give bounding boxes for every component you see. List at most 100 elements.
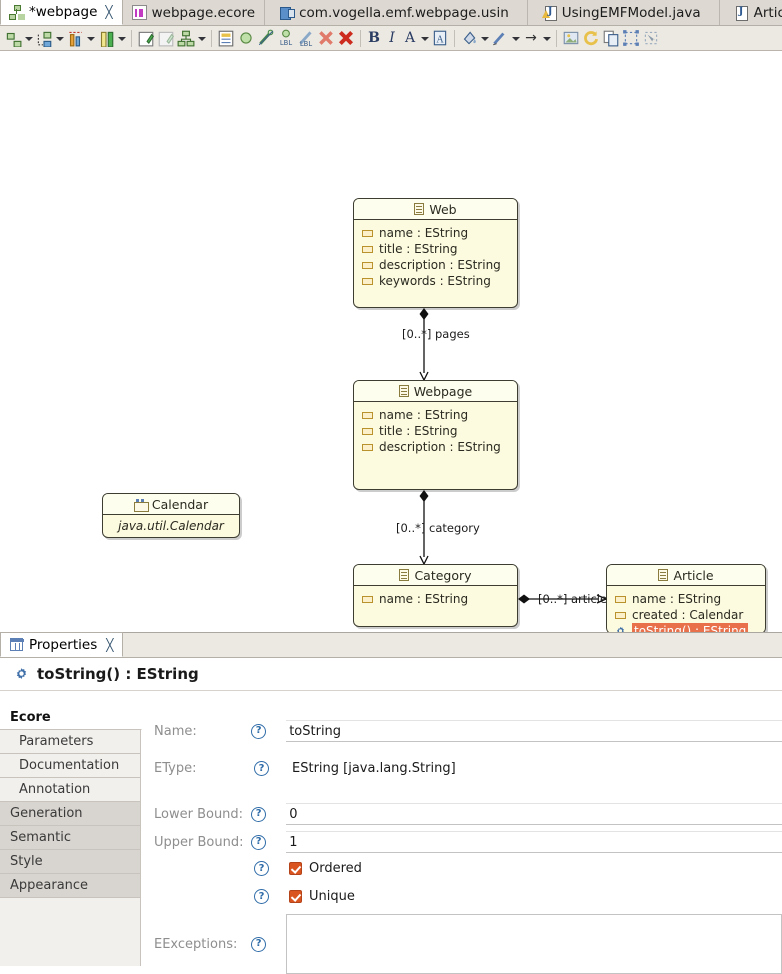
font-button[interactable]: A [401,30,419,46]
refresh-button[interactable] [581,28,601,48]
edge-label-category[interactable]: [0..*] category [396,521,480,535]
editor-tab-com-vogella-emf-webpage-usin[interactable]: com.vogella.emf.webpage.usin [265,0,528,25]
node-header[interactable]: Category [354,565,517,586]
name-field[interactable]: toString [286,720,782,742]
edge-label-article[interactable]: [0..*] article [538,592,607,606]
eoperation-row[interactable]: toString() : EString [607,623,765,632]
help-icon[interactable]: ? [251,806,267,822]
diagram-canvas[interactable]: Web name : EString title : EString descript… [0,51,782,633]
form-row: Name:? toString [154,720,782,742]
editor-tab-webpage-ecore[interactable]: webpage.ecore [122,0,266,25]
help-icon[interactable]: ? [254,889,269,904]
help-icon[interactable]: ? [251,834,267,850]
toolbar-separator [556,29,557,47]
select-all-button[interactable] [641,28,661,48]
eattribute-row[interactable]: title : EString [354,241,517,257]
hide-label-tool[interactable] [256,28,276,48]
editor-tab-article[interactable]: Article [719,0,782,25]
properties-tab-annotation[interactable]: Annotation [0,778,140,802]
auto-size-button[interactable] [621,28,641,48]
deselect-elements-tool[interactable] [156,28,176,48]
node-header[interactable]: Webpage [354,381,517,402]
chevron-down-icon[interactable] [419,28,430,48]
upper-bound-field[interactable]: 1 [286,831,782,853]
properties-tab-appearance[interactable]: Appearance [0,874,140,898]
fill-color-button[interactable] [459,28,479,48]
node-header[interactable]: Web [354,199,517,220]
font-color-button[interactable]: A [430,28,450,48]
unique-checkbox[interactable]: Unique [289,889,355,904]
attribute-icon [615,595,626,603]
properties-tab-parameters[interactable]: Parameters [0,730,140,754]
checkbox-checked-icon[interactable] [289,862,302,875]
show-hide-compartments-tool[interactable] [216,28,236,48]
properties-tab-documentation[interactable]: Documentation [0,754,140,778]
properties-tab-style[interactable]: Style [0,850,140,874]
arrange-all-tool[interactable] [176,28,196,48]
attribute-icon [362,595,373,603]
properties-tab-label: Ecore [10,710,51,725]
eattribute-row[interactable]: created : Calendar [607,607,765,623]
properties-tab-ecore[interactable]: Ecore [0,706,142,730]
diagram-node-category[interactable]: Category name : EString [353,564,518,627]
eattribute-row[interactable]: name : EString [354,225,517,241]
copy-appearance-button[interactable] [601,28,621,48]
toolbar-group: LBL LBL [216,28,356,49]
create-eclass-tool[interactable] [3,28,23,48]
diagram-node-web[interactable]: Web name : EString title : EString descript… [353,198,518,308]
chevron-down-icon[interactable] [116,28,127,48]
eexceptions-field[interactable] [286,914,782,974]
diagram-node-article[interactable]: Article name : EString created : Calendar t… [606,564,766,632]
bold-button[interactable]: B [365,30,383,46]
delete-from-model-tool[interactable] [336,28,356,48]
eattribute-row[interactable]: keywords : EString [354,273,517,289]
editor-tab-webpage[interactable]: *webpage ╳ [0,0,123,25]
create-eattribute-tool[interactable] [65,28,85,48]
ordered-checkbox[interactable]: Ordered [289,861,362,876]
properties-tab-generation[interactable]: Generation [0,802,140,826]
eattribute-row[interactable]: name : EString [354,591,517,607]
node-header[interactable]: Article [607,565,765,586]
chevron-down-icon[interactable] [510,28,521,48]
chevron-down-icon[interactable] [23,28,34,48]
image-button[interactable] [561,28,581,48]
hide-connection-label-tool[interactable]: LBL [296,28,316,48]
lower-bound-field[interactable]: 0 [286,803,782,825]
chevron-down-icon[interactable] [54,28,65,48]
diagram-node-calendar[interactable]: Calendar java.util.Calendar [102,493,240,538]
tab-properties[interactable]: Properties ╳ [0,632,124,657]
eattribute-row[interactable]: description : EString [354,257,517,273]
eattribute-row[interactable]: name : EString [607,591,765,607]
edge-label-pages[interactable]: [0..*] pages [402,327,470,341]
help-icon[interactable]: ? [254,761,269,776]
create-esubpackage-tool[interactable] [34,28,54,48]
feature-label: name : EString [379,408,469,422]
help-icon[interactable]: ? [251,936,267,952]
chevron-down-icon[interactable] [85,28,96,48]
help-icon[interactable]: ? [251,723,267,739]
node-header[interactable]: Calendar [103,494,239,515]
italic-button[interactable]: I [383,30,401,46]
eattribute-row[interactable]: description : EString [354,439,517,455]
create-ereference-tool[interactable] [96,28,116,48]
feature-label: title : EString [379,242,458,256]
delete-from-diagram-tool[interactable] [316,28,336,48]
select-elements-tool[interactable] [136,28,156,48]
chevron-down-icon[interactable] [541,28,552,48]
properties-tab-semantic[interactable]: Semantic [0,826,140,850]
close-icon[interactable]: ╳ [106,638,113,652]
filter-tool[interactable] [236,28,256,48]
editor-tab-usingemfmodel-java[interactable]: UsingEMFModel.java [527,0,720,25]
etype-field[interactable]: EString [java.lang.String] [289,761,456,776]
eattribute-row[interactable]: name : EString [354,407,517,423]
checkbox-checked-icon[interactable] [289,890,302,903]
chevron-down-icon[interactable] [196,28,207,48]
line-style-button[interactable]: → [521,28,541,48]
show-label-tool[interactable]: LBL [276,28,296,48]
diagram-node-webpage[interactable]: Webpage name : EString title : EString desc… [353,380,518,490]
eattribute-row[interactable]: title : EString [354,423,517,439]
help-icon[interactable]: ? [254,861,269,876]
close-icon[interactable]: ╳ [105,5,112,19]
line-color-button[interactable] [490,28,510,48]
chevron-down-icon[interactable] [479,28,490,48]
